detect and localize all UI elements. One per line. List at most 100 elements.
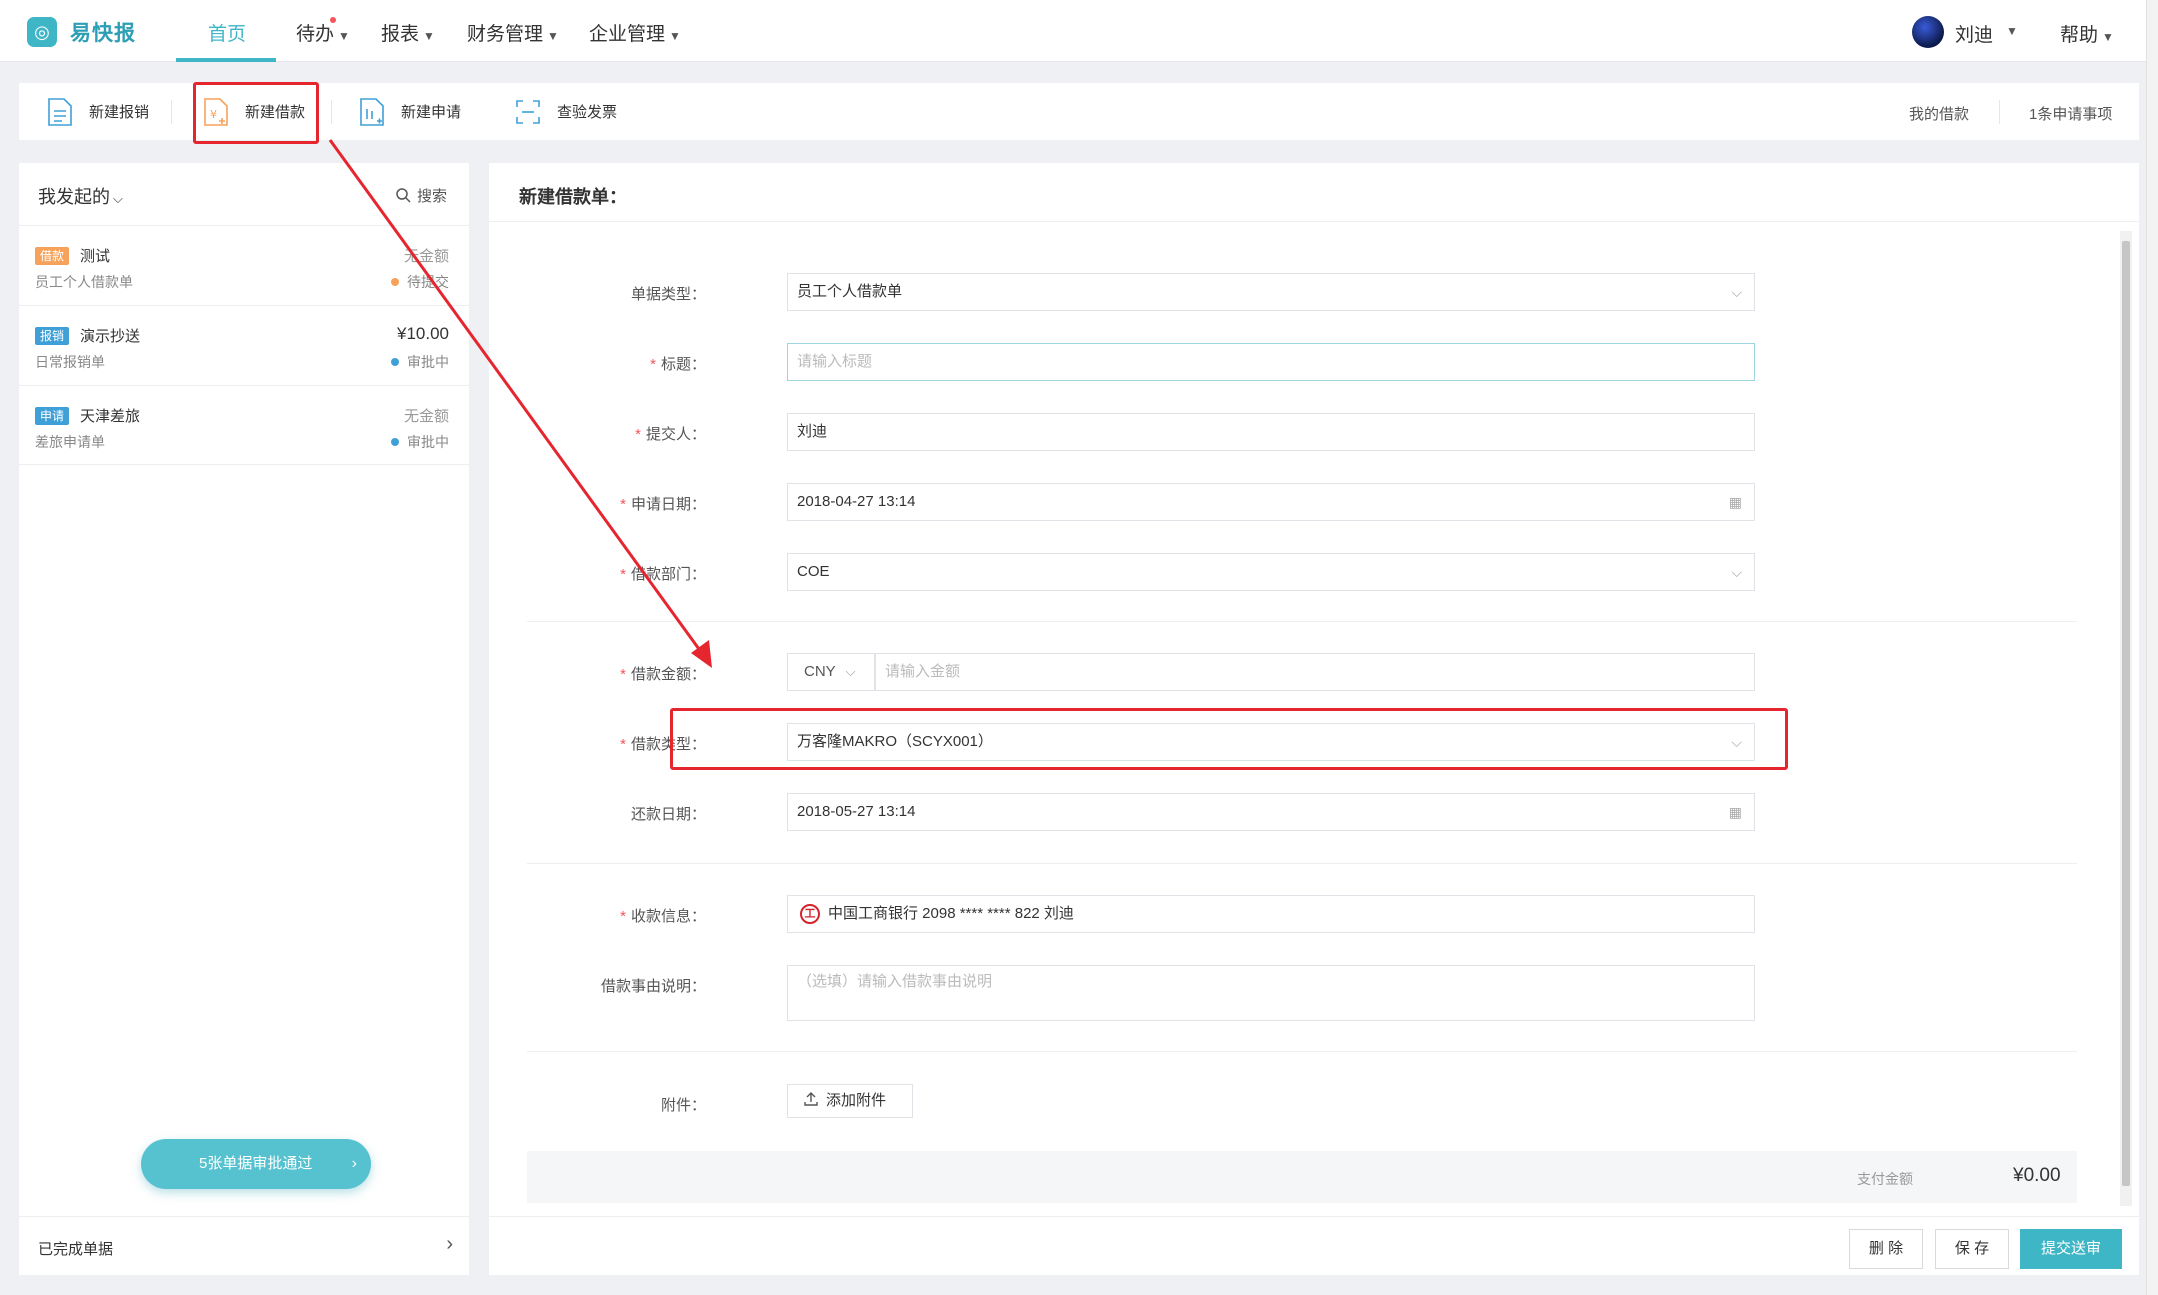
item-amount: 无金额: [403, 248, 449, 265]
scan-icon: [516, 99, 540, 124]
item-title: 测试: [80, 248, 111, 265]
save-button[interactable]: 保 存: [1935, 1229, 2009, 1269]
help-menu[interactable]: 帮助 ▼: [2060, 20, 2114, 47]
quick-actions-toolbar: 新建报销 ¥ 新建借款 新建申请 查验发票 我的借款 1条申请事项: [19, 83, 2139, 140]
item-status: 待提交: [391, 272, 449, 292]
item-status: 审批中: [391, 432, 449, 452]
reason-textarea[interactable]: （选填）请输入借款事由说明: [787, 965, 1755, 1021]
document-list-panel: 我发起的 ⌵ 搜索 借款 测试 员工个人借款单 无金额 待提交 报销 演示抄送 日…: [19, 163, 469, 1275]
request-document-icon: [360, 97, 384, 126]
list-item[interactable]: 借款 测试 员工个人借款单 无金额 待提交: [19, 225, 469, 305]
batch-approve-button[interactable]: 5张单据审批通过 ›: [141, 1139, 371, 1189]
caret-down-icon: ▼: [547, 29, 559, 43]
toolbar-divider: [1999, 100, 2000, 124]
department-label: * 借款部门：: [620, 566, 706, 583]
payee-select[interactable]: 工中国工商银行 2098 **** **** 822 刘迪: [787, 895, 1755, 933]
title-label: * 标题：: [650, 356, 706, 373]
list-item[interactable]: 报销 演示抄送 日常报销单 ¥10.00 审批中: [19, 305, 469, 385]
completed-label: 已完成单据: [38, 1241, 114, 1258]
nav-enterprise[interactable]: 企业管理 ▼: [589, 19, 681, 46]
submitter-label: * 提交人：: [635, 426, 706, 443]
toolbar-divider: [331, 100, 332, 124]
item-subtitle: 员工个人借款单: [35, 274, 133, 290]
chevron-right-icon: ›: [446, 1233, 453, 1255]
submitter-field[interactable]: 刘迪: [787, 413, 1755, 451]
status-dot: [391, 278, 399, 286]
nav-home[interactable]: 首页: [208, 19, 246, 46]
chevron-down-icon: ⌵: [1731, 284, 1742, 300]
avatar[interactable]: [1912, 16, 1944, 48]
caret-down-icon: ▼: [423, 29, 435, 43]
check-invoice-button[interactable]: 查验发票: [515, 83, 617, 140]
caret-down-icon: ▼: [669, 29, 681, 43]
repay-date-label: 还款日期：: [630, 806, 706, 823]
repay-date-picker[interactable]: 2018-05-27 13:14 ▦: [787, 793, 1755, 831]
document-icon: [48, 97, 72, 126]
chevron-down-icon: ⌵: [845, 664, 856, 679]
new-expense-button[interactable]: 新建报销: [47, 83, 149, 140]
type-badge: 申请: [35, 407, 70, 425]
new-request-label: 新建申请: [401, 104, 462, 121]
reason-label: 借款事由说明：: [600, 978, 706, 995]
search-icon: [396, 188, 411, 203]
nav-finance[interactable]: 财务管理 ▼: [467, 19, 559, 46]
apply-date-picker[interactable]: 2018-04-27 13:14 ▦: [787, 483, 1755, 521]
toolbar-divider: [171, 100, 172, 124]
add-attachment-button[interactable]: 添加附件: [787, 1084, 913, 1118]
pending-requests-link[interactable]: 1条申请事项: [2029, 103, 2112, 124]
amount-label: * 借款金额：: [620, 666, 706, 683]
status-dot: [391, 358, 399, 366]
caret-down-icon: ▼: [2102, 30, 2114, 44]
highlight-new-loan: [193, 82, 319, 144]
pay-amount-label: 支付金额: [1857, 1171, 1913, 1187]
chevron-down-icon: ⌵: [113, 191, 123, 206]
new-request-button[interactable]: 新建申请: [359, 83, 461, 140]
divider: [527, 621, 2077, 622]
form-scrollbar[interactable]: [2120, 231, 2132, 1206]
notification-dot: [330, 17, 336, 23]
divider: [489, 221, 2139, 222]
status-dot: [391, 438, 399, 446]
payment-summary: 支付金额 ¥0.00: [527, 1151, 2077, 1203]
submit-button[interactable]: 提交送审: [2020, 1229, 2122, 1269]
brand-name[interactable]: 易快报: [70, 17, 136, 47]
nav-todo[interactable]: 待办 ▼: [296, 19, 350, 46]
page-scrollbar[interactable]: [2146, 0, 2158, 1295]
payee-label: * 收款信息：: [620, 908, 706, 925]
logo-icon[interactable]: ◎: [27, 17, 57, 47]
top-navbar: ◎ 易快报 首页 待办 ▼ 报表 ▼ 财务管理 ▼ 企业管理 ▼ 刘迪 ▼ 帮助 ▼: [0, 0, 2158, 62]
divider: [489, 1216, 2139, 1217]
apply-date-label: * 申请日期：: [620, 496, 706, 513]
doc-type-label: 单据类型：: [630, 286, 706, 303]
list-item[interactable]: 申请 天津差旅 差旅申请单 无金额 审批中: [19, 385, 469, 465]
highlight-loan-type: [670, 708, 1788, 770]
filter-dropdown[interactable]: 我发起的 ⌵: [38, 183, 123, 209]
user-name[interactable]: 刘迪: [1955, 20, 1993, 47]
completed-documents-link[interactable]: 已完成单据 ›: [19, 1216, 469, 1275]
currency-select[interactable]: CNY ⌵: [787, 653, 875, 691]
divider: [527, 1051, 2077, 1052]
caret-down-icon[interactable]: ▼: [2006, 24, 2018, 38]
item-subtitle: 日常报销单: [35, 354, 105, 370]
doc-type-select[interactable]: 员工个人借款单 ⌵: [787, 273, 1755, 311]
item-amount: 无金额: [403, 408, 449, 425]
title-input[interactable]: 请输入标题: [787, 343, 1755, 381]
scrollbar-thumb[interactable]: [2122, 241, 2130, 1186]
amount-input[interactable]: 请输入金额: [875, 653, 1755, 691]
chevron-down-icon: ⌵: [1731, 564, 1742, 580]
item-title: 天津差旅: [80, 408, 141, 425]
department-select[interactable]: COE ⌵: [787, 553, 1755, 591]
calendar-icon: ▦: [1728, 804, 1742, 820]
search-button[interactable]: 搜索: [395, 185, 447, 206]
my-loans-link[interactable]: 我的借款: [1909, 103, 1969, 124]
caret-down-icon: ▼: [338, 29, 350, 43]
chevron-right-icon: ›: [351, 1155, 357, 1172]
delete-button[interactable]: 删 除: [1849, 1229, 1923, 1269]
type-badge: 报销: [35, 327, 70, 345]
nav-reports[interactable]: 报表 ▼: [381, 19, 435, 46]
item-subtitle: 差旅申请单: [35, 434, 105, 450]
upload-icon: [804, 1092, 818, 1106]
attachment-label: 附件：: [660, 1097, 706, 1114]
item-status: 审批中: [391, 352, 449, 372]
page-title: 新建借款单：: [519, 187, 627, 207]
